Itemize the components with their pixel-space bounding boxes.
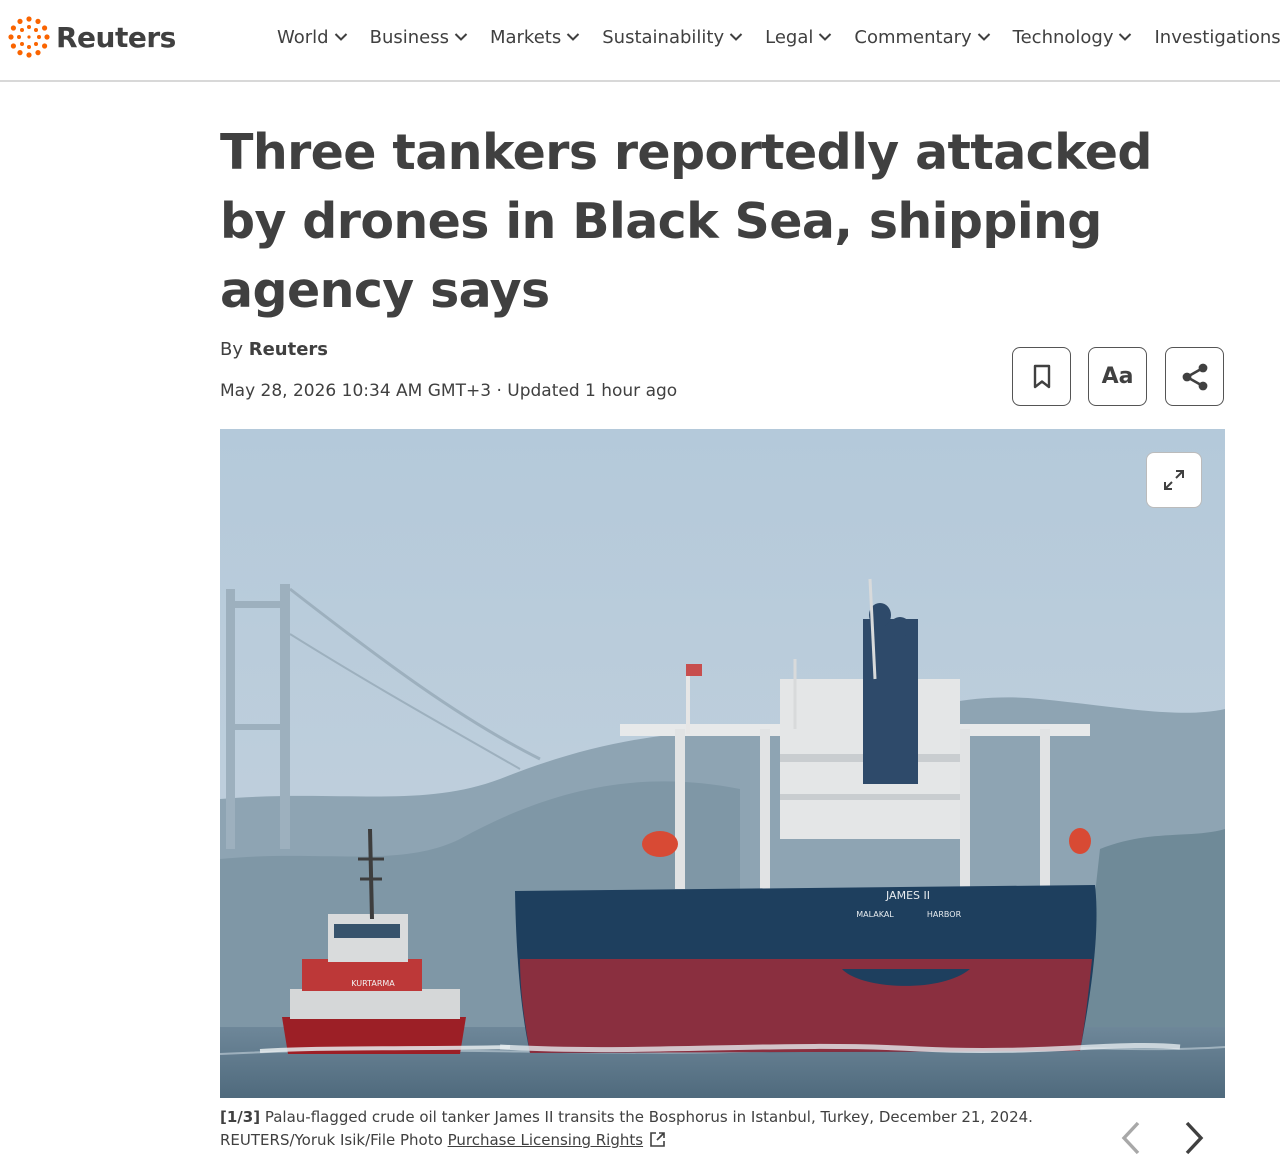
ship-port-marking-left: MALAKAL — [856, 910, 894, 919]
expand-icon — [1164, 470, 1184, 490]
text-size-button[interactable]: Aa — [1088, 347, 1147, 406]
next-photo-arrow-icon[interactable] — [1178, 1118, 1210, 1158]
main-nav: World Business Markets Sustainability Le… — [277, 22, 1280, 52]
chevron-down-icon — [729, 33, 743, 41]
nav-item-label: Investigations — [1154, 26, 1280, 48]
chevron-down-icon — [334, 33, 347, 41]
reuters-logo[interactable]: Reuters — [6, 14, 176, 60]
nav-item-world[interactable]: World — [277, 27, 348, 48]
chevron-down-icon — [819, 33, 832, 41]
site-header: Reuters World Business Markets Sustainab… — [0, 0, 1280, 82]
nav-item-label: Business — [369, 26, 449, 48]
byline: By Reuters — [220, 339, 328, 360]
nav-item-sustainability[interactable]: Sustainability — [602, 27, 743, 48]
caption-text: Palau-flagged crude oil tanker James II … — [260, 1108, 1033, 1126]
reuters-wordmark: Reuters — [56, 20, 176, 54]
nav-item-label: Legal — [765, 26, 814, 48]
photo-caption: [1/3] Palau-flagged crude oil tanker Jam… — [220, 1106, 1080, 1152]
author-link[interactable]: Reuters — [249, 339, 328, 360]
ship-name-marking: JAMES II — [885, 889, 930, 902]
share-icon — [1182, 363, 1207, 390]
byline-prefix: By — [220, 339, 249, 360]
bookmark-button[interactable] — [1012, 347, 1071, 406]
chevron-down-icon — [1119, 33, 1132, 41]
article-dateline: May 28, 2026 10:34 AM GMT+3 · Updated 1 … — [220, 381, 678, 401]
nav-item-label: Sustainability — [602, 26, 725, 48]
tug-name-marking: KURTARMA — [351, 979, 395, 988]
expand-photo-button[interactable] — [1146, 452, 1202, 508]
photo-credit: REUTERS/Yoruk Isik/File Photo — [220, 1131, 448, 1149]
nav-item-label: Commentary — [854, 26, 972, 48]
nav-item-commentary[interactable]: Commentary — [854, 27, 990, 48]
nav-item-label: Markets — [489, 26, 562, 48]
chevron-down-icon — [454, 33, 468, 41]
ship-port-marking-right: HARBOR — [927, 910, 962, 919]
nav-item-markets[interactable]: Markets — [490, 27, 580, 48]
gallery-counter: [1/3] — [220, 1108, 261, 1126]
lead-photo[interactable]: JAMES II MALAKAL HARBOR KURTARMA — [220, 429, 1225, 1098]
article-headline: Three tankers reportedly attacked by dro… — [220, 124, 1153, 319]
chevron-down-icon — [567, 33, 580, 41]
text-size-label: Aa — [1101, 364, 1134, 389]
nav-item-technology[interactable]: Technology — [1013, 27, 1133, 48]
nav-item-label: Technology — [1012, 26, 1114, 48]
nav-item-label: World — [277, 26, 329, 48]
bookmark-icon — [1033, 364, 1050, 388]
purchase-licensing-link[interactable]: Purchase Licensing Rights — [448, 1131, 643, 1149]
reuters-logo-mark-icon — [8, 16, 50, 58]
nav-item-legal[interactable]: Legal — [765, 27, 832, 48]
tanker-photo-illustration: JAMES II MALAKAL HARBOR KURTARMA — [220, 429, 1225, 1098]
external-link-icon — [650, 1132, 665, 1147]
share-button[interactable] — [1165, 347, 1224, 406]
nav-item-investigations[interactable]: Investigations — [1154, 27, 1280, 48]
previous-photo-arrow-icon[interactable] — [1116, 1118, 1148, 1158]
chevron-down-icon — [977, 33, 990, 41]
nav-item-business[interactable]: Business — [370, 27, 468, 48]
